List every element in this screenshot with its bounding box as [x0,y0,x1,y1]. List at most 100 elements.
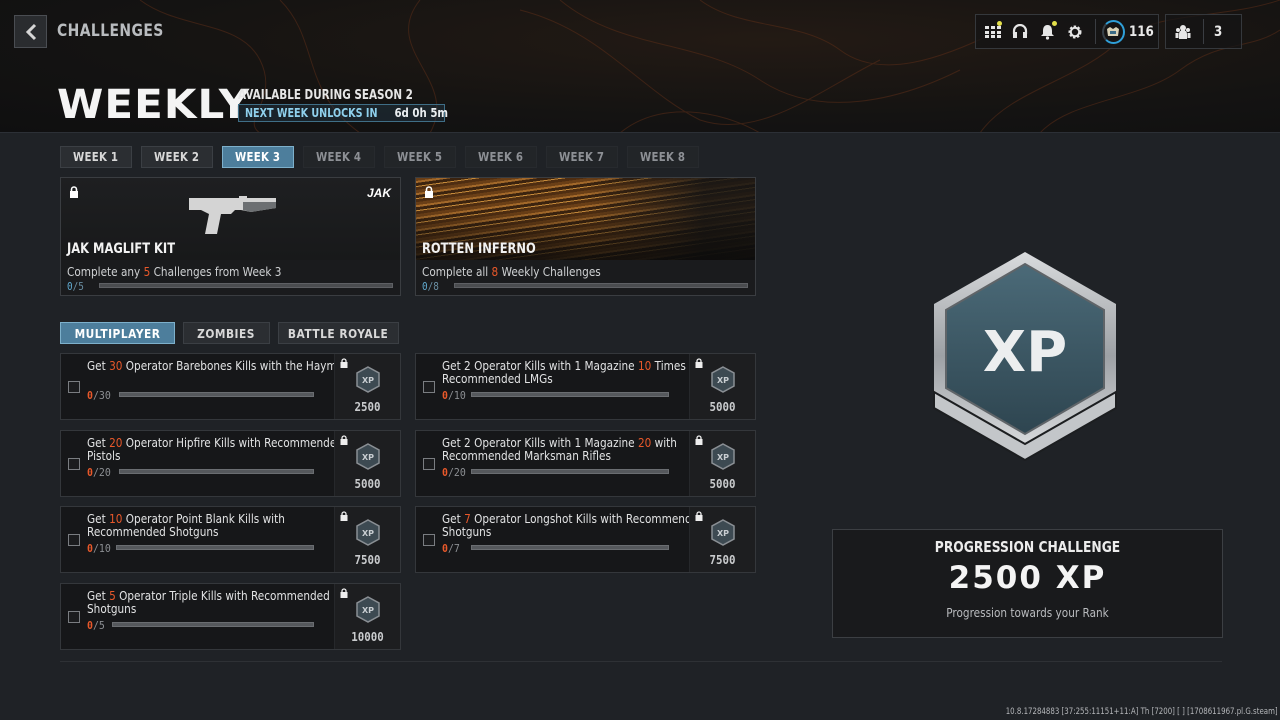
party-panel[interactable]: 3 [1165,14,1242,49]
party-button[interactable] [1168,15,1197,48]
tab-week-6[interactable]: WEEK 6 [465,146,537,168]
page-title: WEEKLY [57,82,251,128]
challenge-checkbox[interactable] [423,534,435,546]
reward-card-weapon-kit[interactable]: JAK JAK MAGLIFT KIT Complete any 5 Chall… [60,177,401,296]
xp-rank-badge: XP [933,252,1117,462]
headset-icon [1013,24,1028,38]
svg-text:XP: XP [362,606,374,615]
desc-text: Complete any [67,264,144,279]
tab-multiplayer[interactable]: MULTIPLAYER [60,322,175,344]
season-availability: AVAILABLE DURING SEASON 2 [238,88,413,103]
unlock-timer: NEXT WEEK UNLOCKS IN 6d 0h 5m [238,104,449,122]
challenge-checkbox[interactable] [68,534,80,546]
challenge-reward: XP 10000 [334,584,400,649]
xp-badge-icon: XP [356,366,380,393]
tab-week-4[interactable]: WEEK 4 [303,146,375,168]
unlock-time: 6d 0h 5m [394,106,449,120]
progress-total: 5 [98,619,105,632]
settings-button[interactable] [1061,15,1088,48]
progress-current: 0 [87,619,93,632]
challenge-checkbox[interactable] [423,458,435,470]
challenge-reward: XP 7500 [334,507,400,572]
desc-text: Challenges from Week 3 [150,264,282,279]
back-button[interactable] [14,15,47,48]
challenge-progress-text: 0/7 [442,542,460,555]
challenge-checkbox[interactable] [423,381,435,393]
challenge-card[interactable]: Get 2 Operator Kills with 1 Magazine 10 … [415,353,756,420]
challenge-card[interactable]: Get 20 Operator Hipfire Kills with Recom… [60,430,401,497]
tab-week-3[interactable]: WEEK 3 [222,146,294,168]
tab-battle-royale[interactable]: BATTLE ROYALE [278,322,399,344]
reward-description: Complete all 8 Weekly Challenges [422,264,601,279]
tab-week-2[interactable]: WEEK 2 [141,146,213,168]
reward-progress-text: 0/5 [67,280,84,293]
badge-text: XP [983,320,1067,385]
tab-week-8[interactable]: WEEK 8 [627,146,699,168]
reward-name: ROTTEN INFERNO [422,241,536,257]
lock-icon [425,186,433,198]
week-tabs: WEEK 1 WEEK 2 WEEK 3 WEEK 4 WEEK 5 WEEK … [60,146,708,168]
challenge-reward: XP 5000 [689,431,755,496]
challenge-description: Get 30 Operator Barebones Kills with the… [87,359,364,372]
reward-name: JAK MAGLIFT KIT [67,241,176,257]
section-divider [60,661,1222,662]
challenge-checkbox[interactable] [68,611,80,623]
xp-badge-icon: XP [356,596,380,623]
notifications-button[interactable] [1034,15,1061,48]
challenge-checkbox[interactable] [68,381,80,393]
svg-text:XP: XP [362,376,374,385]
challenge-card[interactable]: Get 2 Operator Kills with 1 Magazine 20 … [415,430,756,497]
headset-button[interactable] [1006,15,1033,48]
challenge-progress-bar [119,392,314,397]
challenge-card[interactable]: Get 5 Operator Triple Kills with Recomme… [60,583,401,650]
notification-dot [997,21,1003,26]
desc-text: Complete all [422,264,492,279]
xp-badge-icon: XP [356,519,380,546]
challenge-xp-value: 5000 [354,477,381,491]
reward-card-camo[interactable]: ROTTEN INFERNO Complete all 8 Weekly Cha… [415,177,756,296]
challenge-progress-bar [116,545,314,550]
top-bar: CHALLENGES WEEKLY AVAILABLE DURING SEASO… [0,0,1280,133]
challenge-progress-bar [112,622,314,627]
desc-text: Operator Triple Kills with Recommended S… [87,588,330,616]
lock-icon [70,186,78,198]
challenge-card[interactable]: Get 30 Operator Barebones Kills with the… [60,353,401,420]
progress-current: 0 [87,466,93,479]
challenge-progress-text: 0/20 [87,466,111,479]
unlock-label: NEXT WEEK UNLOCKS IN [245,106,378,120]
xp-badge-icon: XP [711,519,735,546]
reward-description: Complete any 5 Challenges from Week 3 [67,264,281,279]
progress-total: 8 [433,280,439,293]
progress-total: 30 [98,389,111,402]
lock-icon [340,588,348,598]
challenge-checkbox[interactable] [68,458,80,470]
challenge-card[interactable]: Get 7 Operator Longshot Kills with Recom… [415,506,756,573]
progress-current: 0 [422,280,428,293]
reward-image: JAK JAK MAGLIFT KIT [61,178,400,260]
challenge-reward: XP 5000 [689,354,755,419]
progression-subtitle: Progression towards your Rank [946,605,1109,620]
tab-label: WEEK 3 [235,150,281,164]
rank-progress-ring[interactable] [1101,19,1125,44]
party-count: 3 [1214,23,1223,40]
tab-label: MULTIPLAYER [74,325,161,341]
challenge-description: Get 20 Operator Hipfire Kills with Recom… [87,436,364,462]
desc-count: 20 [637,435,652,450]
tab-week-5[interactable]: WEEK 5 [384,146,456,168]
challenge-description: Get 10 Operator Point Blank Kills with R… [87,512,364,538]
progress-total: 20 [98,466,111,479]
tab-zombies[interactable]: ZOMBIES [183,322,270,344]
lock-icon [340,511,348,521]
tab-week-7[interactable]: WEEK 7 [546,146,618,168]
brand-logo: JAK [366,186,391,200]
challenge-card[interactable]: Get 10 Operator Point Blank Kills with R… [60,506,401,573]
progress-total: 7 [453,542,460,555]
build-info: 10.8.17284883 [37:255:11151+11:A] Th [72… [1006,707,1278,717]
reward-footer: Complete all 8 Weekly Challenges 0/8 [416,260,755,295]
progress-current: 0 [67,280,73,293]
tab-week-1[interactable]: WEEK 1 [60,146,132,168]
desc-count: 30 [109,358,123,373]
lock-icon [340,358,348,368]
reward-image: ROTTEN INFERNO [416,178,755,260]
apps-grid-button[interactable] [979,15,1006,48]
